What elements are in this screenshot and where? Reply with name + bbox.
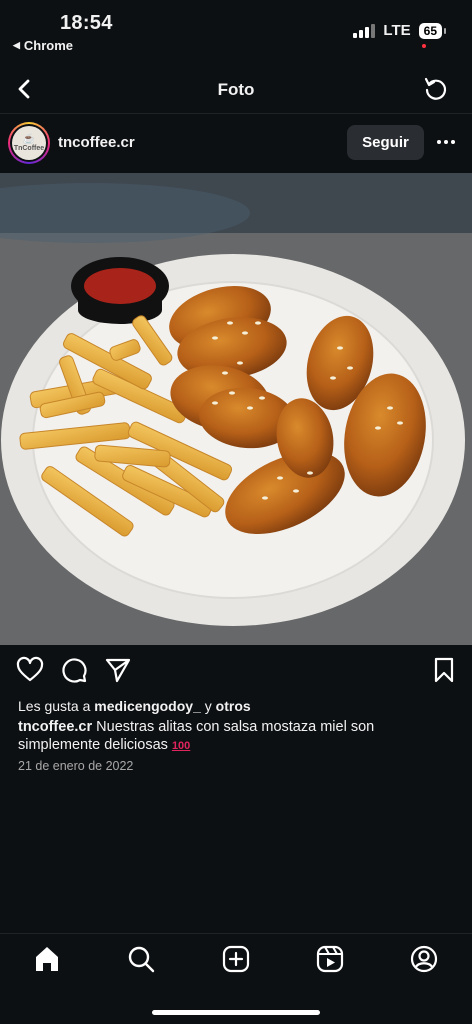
- more-icon[interactable]: [436, 132, 456, 152]
- bookmark-icon[interactable]: [430, 656, 458, 684]
- comment-icon[interactable]: [60, 656, 88, 684]
- notification-dot: [422, 44, 426, 48]
- search-icon[interactable]: [126, 944, 156, 974]
- post-actions: [0, 656, 472, 686]
- refresh-icon[interactable]: [422, 75, 450, 103]
- battery-icon: 65: [418, 22, 447, 39]
- page-title: Foto: [217, 80, 255, 99]
- avatar-logo: ☕ TnCoffee: [12, 126, 46, 160]
- post-username[interactable]: tncoffee.cr: [58, 134, 135, 151]
- back-triangle-icon: ◀: [13, 40, 20, 50]
- nav-header: Foto: [0, 66, 472, 112]
- signal-icon: [353, 23, 376, 38]
- status-time: 18:54: [60, 12, 113, 34]
- coffee-cup-icon: ☕: [22, 133, 36, 145]
- reels-icon[interactable]: [315, 944, 345, 974]
- avatar-logo-text: TnCoffee: [13, 144, 45, 152]
- post-header: ☕ TnCoffee tncoffee.cr Seguir: [0, 120, 472, 168]
- hundred-points-emoji: 100: [171, 740, 191, 752]
- likes-suffix: y: [204, 698, 212, 714]
- back-app-label: Chrome: [23, 38, 74, 53]
- status-bar: 18:54 ◀ Chrome LTE 65: [0, 0, 472, 60]
- home-indicator[interactable]: [152, 1010, 320, 1015]
- home-icon[interactable]: [32, 944, 62, 974]
- avatar[interactable]: ☕ TnCoffee: [8, 122, 50, 164]
- header-divider: [0, 113, 472, 114]
- heart-icon[interactable]: [16, 656, 44, 684]
- post-date: 21 de enero de 2022: [18, 759, 134, 773]
- follow-button[interactable]: Seguir: [347, 125, 424, 160]
- likes-text[interactable]: Les gusta a medicengodoy_ y otros: [18, 698, 251, 714]
- post-caption: tncoffee.cr Nuestras alitas con salsa mo…: [18, 718, 438, 755]
- profile-icon[interactable]: [409, 944, 439, 974]
- likes-others[interactable]: otros: [216, 698, 251, 714]
- status-indicators: LTE 65: [353, 22, 447, 39]
- create-icon[interactable]: [221, 944, 251, 974]
- network-label: LTE: [383, 22, 411, 39]
- post-photo[interactable]: [0, 173, 472, 645]
- likes-prefix: Les gusta a: [18, 698, 91, 714]
- send-icon[interactable]: [104, 656, 132, 684]
- back-to-app-link[interactable]: ◀ Chrome: [13, 38, 73, 53]
- caption-username[interactable]: tncoffee.cr: [18, 719, 92, 735]
- likes-user[interactable]: medicengodoy_: [94, 698, 201, 714]
